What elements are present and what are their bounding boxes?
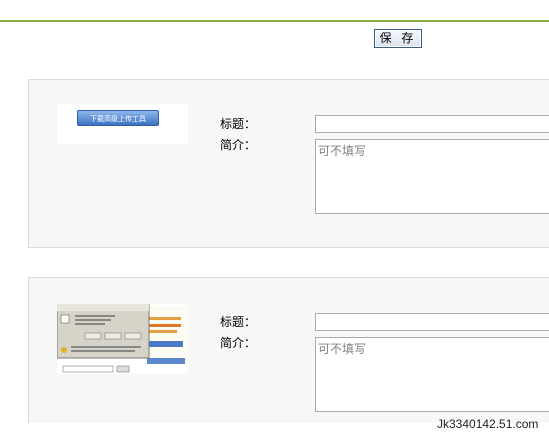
photo-thumbnail[interactable]: 下载高级上传工具 xyxy=(57,104,188,144)
title-input[interactable] xyxy=(315,115,549,133)
description-input[interactable] xyxy=(315,337,549,412)
title-input[interactable] xyxy=(315,313,549,331)
header-divider xyxy=(0,20,549,22)
photo-item: 下载高级上传工具 标题： 简介： xyxy=(28,79,549,248)
screenshot-thumbnail-image xyxy=(57,304,188,374)
description-label: 简介： xyxy=(220,138,257,152)
save-button[interactable]: 保 存 xyxy=(374,29,422,48)
description-label: 简介： xyxy=(220,336,257,350)
download-uploader-button-image: 下载高级上传工具 xyxy=(77,110,159,126)
description-input[interactable] xyxy=(315,139,549,214)
title-label: 标题： xyxy=(220,117,257,131)
watermark-text: Jk3340142.51.com xyxy=(437,417,539,431)
photo-item: 标题： 简介： xyxy=(28,277,549,423)
photo-thumbnail[interactable] xyxy=(57,304,188,374)
title-label: 标题： xyxy=(220,315,257,329)
